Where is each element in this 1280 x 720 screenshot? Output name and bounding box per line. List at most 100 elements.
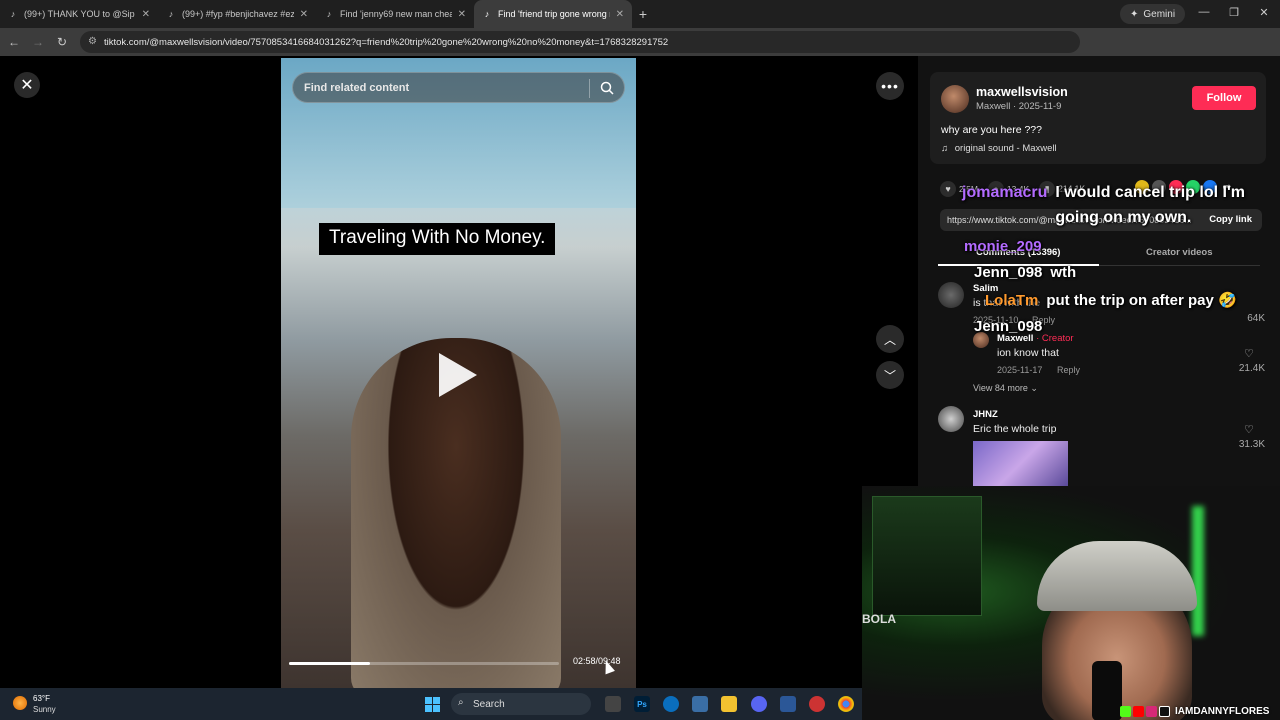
webcam-sign: BOLA [862, 612, 896, 626]
video-player[interactable]: Find related content Traveling With No M… [281, 58, 636, 688]
tab-2[interactable]: ♪ (99+) #fyp #benjichavez #ezzm ✕ [158, 0, 316, 28]
chevron-up-icon: ︿ [883, 332, 896, 347]
address-bar: ← → ↻ ⚙ tiktok.com/@maxwellsvision/video… [0, 28, 1280, 76]
weather-condition: Sunny [33, 705, 56, 714]
chat-message: Jenn_098 wth [974, 264, 1076, 281]
task-view-icon[interactable] [605, 696, 621, 712]
weather-sun-icon[interactable] [13, 696, 27, 710]
gemini-button[interactable]: ✦ Gemini [1120, 4, 1186, 24]
reply-date: 2025-11-17 [997, 365, 1043, 375]
url-field[interactable]: ⚙ tiktok.com/@maxwellsvision/video/75708… [80, 31, 1080, 53]
comment-gif [973, 441, 1068, 486]
restore-icon[interactable]: ❐ [1226, 6, 1242, 19]
site-info-icon[interactable]: ⚙ [88, 36, 97, 47]
screen: ♪ (99+) THANK YOU to @Sip O'Cl ✕ ♪ (99+)… [0, 0, 1280, 720]
streamer-name: IAMDANNYFLORES [1175, 705, 1270, 717]
sound-label: original sound - Maxwell [954, 143, 1057, 154]
streamer-cap [1037, 541, 1197, 611]
chat-message: monie_209 [964, 238, 1042, 255]
recorder-icon[interactable] [809, 696, 825, 712]
find-related-search[interactable]: Find related content [292, 72, 625, 103]
heart-outline-icon[interactable]: ♡ [1244, 423, 1254, 436]
tab-4[interactable]: ♪ Find 'friend trip gone wrong no ✕ [474, 0, 632, 28]
gemini-label: Gemini [1143, 8, 1176, 20]
chat-message: jomamacru I would cancel trip lol I'm goi… [962, 184, 1255, 230]
file-explorer-icon[interactable] [721, 696, 737, 712]
discord-icon[interactable] [751, 696, 767, 712]
view-more-label: View 84 more [973, 383, 1028, 393]
kick-icon [1120, 705, 1131, 717]
play-icon[interactable] [439, 353, 477, 397]
chat-username: Jenn_098 [974, 264, 1043, 281]
follow-button[interactable]: Follow [1192, 86, 1256, 110]
tiktok-icon: ♪ [10, 9, 16, 19]
search-icon[interactable] [600, 81, 614, 95]
search-icon: ⌕ [458, 697, 464, 708]
heart-outline-icon[interactable]: ♡ [1244, 347, 1254, 360]
weather-temp[interactable]: 63°F [33, 694, 50, 703]
tab-1[interactable]: ♪ (99+) THANK YOU to @Sip O'Cl ✕ [0, 0, 158, 28]
chat-username: jomamacru [962, 184, 1048, 201]
video-progress-bar[interactable] [289, 662, 559, 665]
sparkle-icon: ✦ [1130, 8, 1139, 20]
chat-text: I would cancel trip lol I'm going on my … [1055, 184, 1245, 226]
reload-icon[interactable]: ↻ [50, 35, 74, 49]
chat-text: put the trip on after pay 🤣 [1046, 292, 1237, 309]
taskbar-search-label: Search [473, 698, 505, 710]
reply-like-count: 21.4K [1238, 363, 1265, 374]
video-description: why are you here ??? [941, 124, 1042, 136]
reply-button[interactable]: Reply [1057, 365, 1080, 375]
back-icon[interactable]: ← [2, 35, 26, 49]
store-icon[interactable] [692, 696, 708, 712]
close-tab-icon[interactable]: ✕ [458, 9, 466, 20]
commenter-avatar[interactable] [938, 406, 964, 432]
youtube-icon [1133, 705, 1144, 717]
comment-username[interactable]: JHNZ [973, 409, 998, 420]
word-icon[interactable] [780, 696, 796, 712]
more-options-button[interactable]: ••• [876, 72, 904, 100]
close-video-button[interactable]: ✕ [14, 72, 40, 98]
heart-icon: ♥ [940, 181, 956, 197]
close-tab-icon[interactable]: ✕ [142, 9, 150, 20]
new-tab-button[interactable]: + [632, 6, 654, 22]
streamer-socials: IAMDANNYFLORES [1120, 704, 1269, 718]
creator-handle[interactable]: maxwellsvision [976, 85, 1068, 99]
creator-avatar[interactable] [941, 85, 969, 113]
tiktok-icon [1159, 705, 1170, 717]
chrome-icon[interactable] [838, 696, 854, 712]
commenter-avatar[interactable] [938, 282, 964, 308]
close-tab-icon[interactable]: ✕ [300, 9, 308, 20]
close-window-icon[interactable]: ✕ [1256, 6, 1272, 19]
close-icon: ✕ [20, 77, 34, 94]
forward-icon[interactable]: → [26, 35, 50, 49]
tab-3[interactable]: ♪ Find 'jenny69 new man cheatin ✕ [316, 0, 474, 28]
tiktok-icon: ♪ [168, 9, 174, 19]
close-tab-icon[interactable]: ✕ [616, 9, 624, 20]
next-video-button[interactable]: ﹀ [876, 361, 904, 389]
previous-video-button[interactable]: ︿ [876, 325, 904, 353]
tab-2-label: (99+) #fyp #benjichavez #ezzm [182, 9, 294, 19]
search-placeholder: Find related content [304, 81, 410, 94]
search-divider [589, 79, 590, 98]
microphone [1092, 661, 1122, 720]
streamer-webcam: BOLA IAMDANNYFLORES [862, 486, 1280, 720]
taskbar-search[interactable]: ⌕ Search [451, 693, 591, 715]
chat-username: Jenn_098 [974, 318, 1043, 335]
tab-4-label: Find 'friend trip gone wrong no [498, 9, 610, 19]
tab-1-label: (99+) THANK YOU to @Sip O'Cl [24, 9, 136, 19]
url-text: tiktok.com/@maxwellsvision/video/7570853… [104, 36, 669, 48]
sound-link[interactable]: ♫ original sound - Maxwell [941, 143, 1057, 154]
minimize-icon[interactable]: — [1196, 6, 1212, 18]
tab-creator-videos[interactable]: Creator videos [1146, 247, 1213, 258]
tiktok-icon: ♪ [484, 9, 490, 19]
chat-message: Jenn_098 [974, 318, 1042, 335]
chevron-down-icon: ⌄ [1030, 383, 1038, 393]
browser-tab-bar: ♪ (99+) THANK YOU to @Sip O'Cl ✕ ♪ (99+)… [0, 0, 1280, 28]
edge-icon[interactable] [663, 696, 679, 712]
start-button[interactable] [425, 697, 440, 712]
view-more-replies[interactable]: View 84 more ⌄ [973, 383, 1038, 394]
chat-username: monie_209 [964, 238, 1042, 255]
photoshop-icon[interactable]: Ps [634, 696, 650, 712]
creator-subline: Maxwell · 2025-11-9 [976, 101, 1062, 112]
tab-3-label: Find 'jenny69 new man cheatin [340, 9, 452, 19]
